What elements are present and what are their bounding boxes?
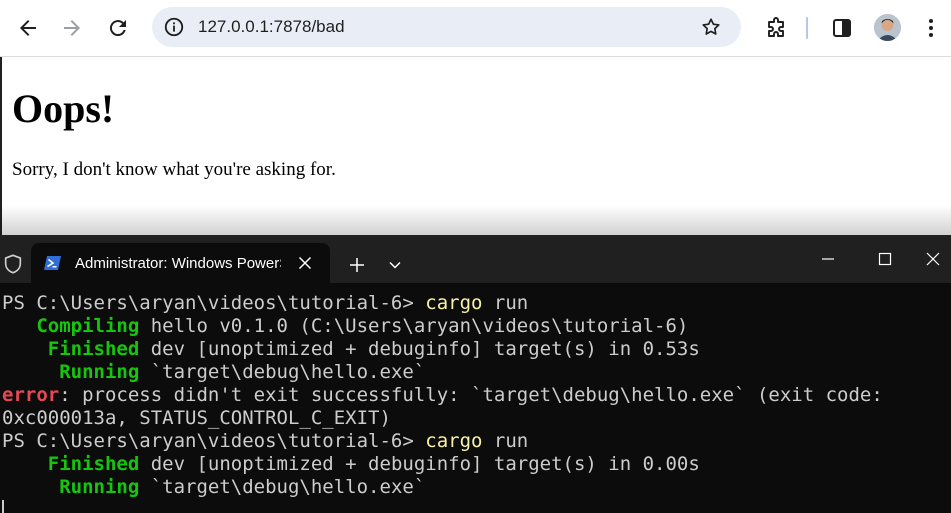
tab-title: Administrator: Windows PowerShell xyxy=(75,255,281,272)
chrome-menu-icon xyxy=(929,19,933,37)
minimize-icon xyxy=(822,258,834,260)
terminal-output[interactable]: PS C:\Users\aryan\videos\tutorial-6> car… xyxy=(0,283,951,513)
maximize-button[interactable] xyxy=(857,241,913,277)
shield-icon xyxy=(4,254,22,274)
reload-icon xyxy=(109,20,126,37)
status-keyword: Running xyxy=(59,476,140,498)
window-close-button[interactable] xyxy=(914,241,951,277)
url-text[interactable]: 127.0.0.1:7878/bad xyxy=(198,17,345,37)
address-bar[interactable]: 127.0.0.1:7878/bad xyxy=(152,7,741,47)
site-info-icon xyxy=(164,17,184,37)
tab-dropdown-button[interactable] xyxy=(383,253,407,277)
page-heading: Oops! xyxy=(12,86,115,131)
terminal-line: Compiling hello v0.1.0 (C:\Users\aryan\v… xyxy=(2,315,688,338)
terminal-line: PS C:\Users\aryan\videos\tutorial-6> car… xyxy=(2,430,528,453)
star-icon xyxy=(702,18,720,35)
close-icon xyxy=(298,256,312,270)
tab-close-button[interactable] xyxy=(295,253,315,273)
terminal-line: Finished dev [unoptimized + debuginfo] t… xyxy=(2,453,700,476)
maximize-icon xyxy=(878,252,892,266)
terminal-text: run xyxy=(482,430,529,452)
site-info-button[interactable] xyxy=(160,13,188,41)
plus-icon xyxy=(350,258,364,272)
terminal-line: error: process didn't exit successfully:… xyxy=(2,384,883,407)
avatar[interactable] xyxy=(874,14,901,41)
back-button[interactable] xyxy=(8,8,48,48)
side-panel-button[interactable] xyxy=(822,8,862,48)
extensions-button[interactable] xyxy=(756,8,796,48)
toolbar-separator xyxy=(806,17,808,39)
status-keyword: Compiling xyxy=(36,315,140,337)
terminal-text: run xyxy=(482,292,529,314)
terminal-text: hello v0.1.0 (C:\Users\aryan\videos\tuto… xyxy=(139,315,689,337)
status-keyword: Running xyxy=(59,361,140,383)
forward-icon xyxy=(64,20,80,36)
terminal-text: dev [unoptimized + debuginfo] target(s) … xyxy=(139,338,700,360)
command-text: cargo xyxy=(425,292,483,314)
window-close-icon xyxy=(926,252,939,266)
terminal-text: PS C:\Users\aryan\videos\tutorial-6> xyxy=(2,292,426,314)
powershell-icon xyxy=(44,256,61,270)
browser-toolbar: 127.0.0.1:7878/bad xyxy=(0,0,951,57)
side-panel-icon xyxy=(833,19,851,37)
forward-button[interactable] xyxy=(52,8,92,48)
terminal-line: Running `target\debug\hello.exe` xyxy=(2,361,425,384)
terminal-text: dev [unoptimized + debuginfo] target(s) … xyxy=(139,453,700,475)
window-shadow xyxy=(0,205,951,235)
terminal-tab[interactable]: Administrator: Windows PowerShell xyxy=(31,243,330,283)
terminal-text: `target\debug\hello.exe` xyxy=(139,476,426,498)
status-keyword: Finished xyxy=(47,453,140,475)
terminal-text: `target\debug\hello.exe` xyxy=(139,361,426,383)
terminal-text: PS C:\Users\aryan\videos\tutorial-6> xyxy=(2,430,426,452)
status-keyword: Finished xyxy=(47,338,140,360)
minimize-button[interactable] xyxy=(800,241,856,277)
terminal-line: Finished dev [unoptimized + debuginfo] t… xyxy=(2,338,700,361)
back-icon xyxy=(20,20,36,36)
reload-button[interactable] xyxy=(98,8,138,48)
terminal-titlebar: Administrator: Windows PowerShell xyxy=(0,235,951,283)
bookmark-button[interactable] xyxy=(697,13,725,41)
profile-picture xyxy=(874,14,901,41)
new-tab-button[interactable] xyxy=(343,251,371,279)
command-text: cargo xyxy=(425,430,483,452)
terminal-text: 0xc000013a, STATUS_CONTROL_C_EXIT) xyxy=(2,407,391,429)
chevron-down-icon xyxy=(389,261,401,269)
terminal-line: Running `target\debug\hello.exe` xyxy=(2,476,425,499)
chrome-menu-button[interactable] xyxy=(914,8,948,48)
page-message: Sorry, I don't know what you're asking f… xyxy=(12,159,336,180)
error-keyword: error xyxy=(2,384,60,406)
extensions-icon xyxy=(768,17,784,37)
terminal-cursor xyxy=(2,500,4,513)
terminal-text: : process didn't exit successfully: `tar… xyxy=(59,384,883,406)
terminal-line: 0xc000013a, STATUS_CONTROL_C_EXIT) xyxy=(2,407,391,430)
terminal-line: PS C:\Users\aryan\videos\tutorial-6> car… xyxy=(2,292,528,315)
